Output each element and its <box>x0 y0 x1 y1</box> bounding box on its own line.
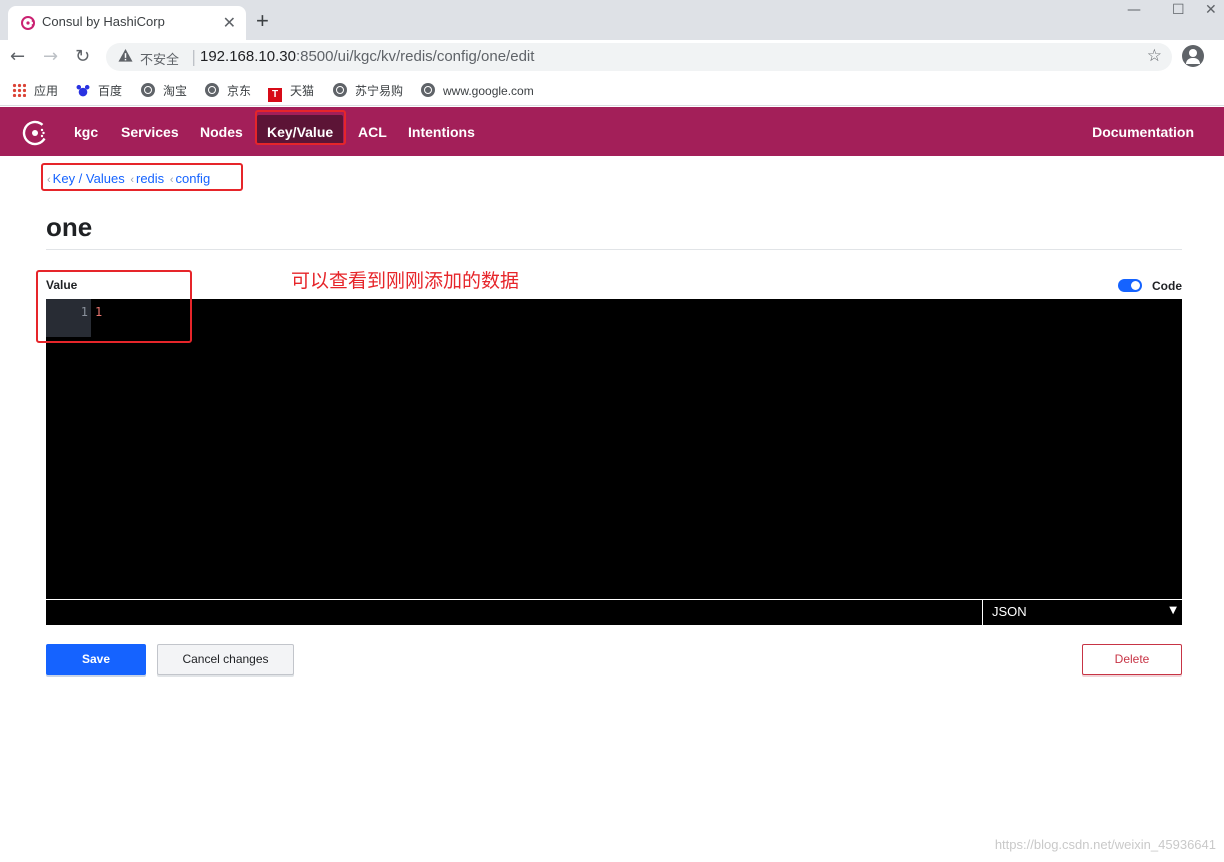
bookmark-label: www.google.com <box>443 84 534 98</box>
browser-tab-bar: Consul by HashiCorp ✕ + — ☐ ✕ <box>0 0 1224 40</box>
url-input[interactable]: 不安全 | 192.168.10.30:8500/ui/kgc/kv/redis… <box>106 43 1172 71</box>
url-host: 192.168.10.30 <box>200 48 296 65</box>
globe-icon <box>421 83 435 97</box>
warning-icon[interactable] <box>118 48 133 63</box>
save-button[interactable]: Save <box>46 644 146 675</box>
bookmark-label: 京东 <box>227 84 252 98</box>
url-separator: | <box>191 47 197 66</box>
tmall-icon: T <box>268 88 282 102</box>
bookmark-label: 淘宝 <box>163 84 188 98</box>
nav-documentation[interactable]: Documentation <box>1092 124 1194 140</box>
new-tab-icon[interactable]: + <box>256 8 269 34</box>
syntax-mode-value: JSON <box>992 604 1027 619</box>
bookmark-label: 百度 <box>98 84 123 98</box>
annotation-box-value <box>36 270 192 343</box>
nav-acl[interactable]: ACL <box>358 124 387 140</box>
bookmark-google[interactable]: www.google.com <box>421 82 534 100</box>
maximize-icon[interactable]: ☐ <box>1172 2 1185 18</box>
nav-services[interactable]: Services <box>121 124 179 140</box>
code-toggle[interactable] <box>1118 279 1142 292</box>
annotation-box-key-value <box>255 110 346 145</box>
consul-favicon-icon <box>21 16 35 30</box>
bookmark-label: 天猫 <box>290 84 315 98</box>
bookmark-suning[interactable]: 苏宁易购 <box>333 82 403 100</box>
consul-top-nav: kgc Services Nodes Key/Value ACL Intenti… <box>0 107 1224 156</box>
value-code-editor[interactable]: 1 1 <box>46 299 1182 599</box>
forward-icon[interactable]: → <box>43 46 58 67</box>
globe-icon <box>141 83 155 97</box>
cancel-changes-button[interactable]: Cancel changes <box>157 644 294 675</box>
delete-button[interactable]: Delete <box>1082 644 1182 675</box>
annotation-text: 可以查看到刚刚添加的数据 <box>291 270 520 292</box>
close-tab-icon[interactable]: ✕ <box>223 13 236 32</box>
bookmark-tmall[interactable]: T 天猫 <box>268 82 315 102</box>
syntax-mode-select[interactable]: JSON ▼ <box>982 600 1182 625</box>
insecure-label: 不安全 <box>140 52 180 67</box>
nav-datacenter-kgc[interactable]: kgc <box>74 124 98 140</box>
tab-title: Consul by HashiCorp <box>42 14 165 29</box>
reload-icon[interactable]: ↻ <box>75 46 90 67</box>
window-close-icon[interactable]: ✕ <box>1205 2 1217 18</box>
editor-footer: JSON ▼ <box>46 599 1182 625</box>
url-text: 192.168.10.30:8500/ui/kgc/kv/redis/confi… <box>200 48 534 65</box>
minimize-icon[interactable]: — <box>1127 2 1141 18</box>
watermark: https://blog.csdn.net/weixin_45936641 <box>994 837 1216 852</box>
back-icon[interactable]: ← <box>10 46 25 67</box>
globe-icon <box>205 83 219 97</box>
annotation-box-breadcrumb <box>41 163 243 191</box>
title-divider <box>46 249 1182 250</box>
address-bar-row: ← → ↻ 不安全 | 192.168.10.30:8500/ui/kgc/kv… <box>0 40 1224 74</box>
bookmark-baidu[interactable]: 百度 <box>76 82 122 100</box>
nav-intentions[interactable]: Intentions <box>408 124 475 140</box>
url-path: :8500/ui/kgc/kv/redis/config/one/edit <box>295 48 535 65</box>
apps-grid-icon <box>12 83 26 97</box>
bookmark-label: 应用 <box>34 84 59 98</box>
browser-tab[interactable]: Consul by HashiCorp ✕ <box>8 6 246 40</box>
bookmark-label: 苏宁易购 <box>355 84 404 98</box>
bookmark-taobao[interactable]: 淘宝 <box>141 82 187 100</box>
nav-nodes[interactable]: Nodes <box>200 124 243 140</box>
bookmark-apps[interactable]: 应用 <box>12 82 58 100</box>
bookmark-jd[interactable]: 京东 <box>205 82 251 100</box>
profile-avatar-icon[interactable] <box>1182 45 1204 67</box>
caret-down-icon: ▼ <box>1169 605 1177 616</box>
baidu-paw-icon <box>76 83 90 97</box>
code-toggle-label: Code <box>1152 279 1182 293</box>
bookmarks-bar: 应用 百度 淘宝 京东 T 天猫 苏宁易购 www.google.com <box>0 74 1224 106</box>
consul-logo-icon[interactable] <box>21 119 49 147</box>
page-title: one <box>46 212 93 242</box>
globe-icon <box>333 83 347 97</box>
bookmark-star-icon[interactable]: ☆ <box>1147 46 1162 66</box>
